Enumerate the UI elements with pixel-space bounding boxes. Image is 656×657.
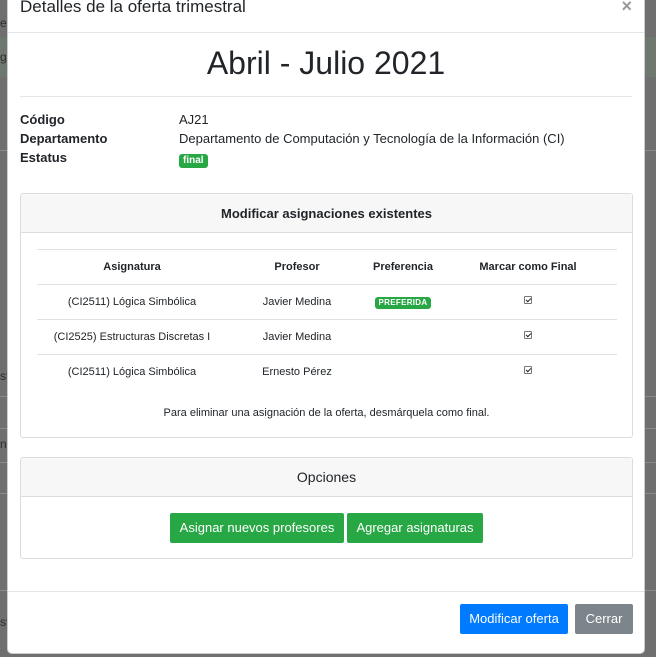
profesor-cell: Javier Medina — [227, 284, 367, 320]
asignatura-cell: (CI2511) Lógica Simbólica — [37, 284, 227, 320]
mark-final-checkbox[interactable] — [524, 331, 532, 340]
table-row: (CI2525) Estructuras Discretas I Javier … — [37, 319, 617, 355]
table-row: (CI2511) Lógica Simbólica Javier Medina … — [37, 284, 617, 320]
departamento-value: Departamento de Computación y Tecnología… — [179, 131, 565, 146]
preferencia-cell: PREFERIDA — [367, 284, 439, 320]
mark-final-checkbox[interactable] — [524, 296, 532, 305]
asignatura-cell: (CI2511) Lógica Simbólica — [67, 366, 197, 379]
table-row: (CI2511) Lógica Simbólica Ernesto Pérez — [37, 355, 617, 390]
status-badge: final — [179, 154, 208, 168]
preferencia-cell — [367, 355, 439, 390]
final-cell — [439, 355, 617, 390]
estatus-label: Estatus — [20, 150, 67, 165]
offer-details-modal: Detalles de la oferta trimestral × Abril… — [7, 0, 645, 654]
column-header-marcar-final: Marcar como Final — [439, 249, 617, 285]
preferida-badge: PREFERIDA — [374, 296, 432, 309]
departamento-label: Departamento — [20, 131, 108, 146]
column-header-asignatura: Asignatura — [37, 249, 227, 285]
modify-offer-button[interactable]: Modificar oferta — [460, 604, 568, 634]
preferencia-cell — [367, 319, 439, 355]
add-subjects-button[interactable]: Agregar asignaturas — [347, 513, 483, 543]
modal-title: Detalles de la oferta trimestral — [20, 0, 246, 16]
modal-header: Detalles de la oferta trimestral × — [8, 0, 644, 33]
assign-new-professors-button[interactable]: Asignar nuevos profesores — [170, 513, 344, 543]
codigo-label: Código — [20, 112, 65, 127]
profesor-cell: Ernesto Pérez — [262, 366, 332, 379]
close-button[interactable]: Cerrar — [575, 604, 633, 634]
profesor-cell: Javier Medina — [227, 319, 367, 355]
column-header-profesor: Profesor — [227, 249, 367, 285]
mark-final-checkbox[interactable] — [524, 366, 532, 375]
options-header: Opciones — [21, 458, 632, 497]
existing-assignments-card: Modificar asignaciones existentes Asigna… — [20, 193, 633, 438]
column-header-preferencia: Preferencia — [367, 249, 439, 285]
background-text: g — [0, 50, 7, 64]
final-cell — [439, 284, 617, 320]
close-icon[interactable]: × — [621, 0, 632, 17]
remove-assignment-note: Para eliminar una asignación de la ofert… — [163, 407, 490, 419]
asignatura-cell: (CI2525) Estructuras Discretas I — [37, 319, 227, 355]
options-card: Opciones Asignar nuevos profesores Agreg… — [20, 457, 633, 559]
table-header-row: Asignatura Profesor Preferencia Marcar c… — [37, 249, 617, 285]
page-title: Abril - Julio 2021 — [206, 45, 446, 81]
estatus-value: final — [179, 151, 208, 168]
divider — [20, 96, 632, 97]
modal-footer-divider — [8, 591, 644, 592]
codigo-value: AJ21 — [179, 112, 209, 127]
assignments-table: Asignatura Profesor Preferencia Marcar c… — [37, 249, 617, 390]
final-cell — [439, 319, 617, 355]
existing-assignments-header: Modificar asignaciones existentes — [21, 194, 632, 233]
